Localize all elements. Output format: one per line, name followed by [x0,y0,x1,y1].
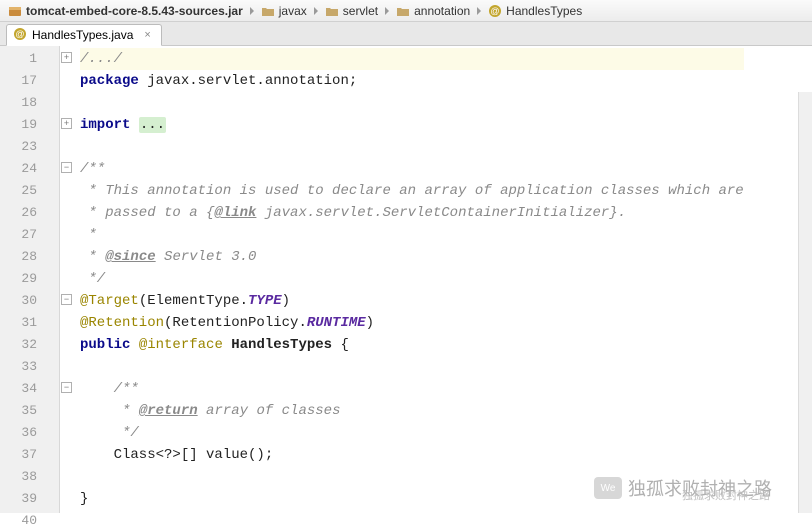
line-number: 36 [0,422,59,444]
gutter: 1171819232425262728293031323334353637383… [0,46,60,513]
line-number: 1 [0,48,59,70]
breadcrumb-item[interactable]: servlet [321,4,382,18]
close-icon[interactable]: × [144,29,150,41]
code-line[interactable]: * passed to a {@link javax.servlet.Servl… [80,202,744,224]
chevron-right-icon [311,6,321,16]
code-line[interactable]: @Retention(RetentionPolicy.RUNTIME) [80,312,744,334]
code-line[interactable]: * This annotation is used to declare an … [80,180,744,202]
editor-tab[interactable]: @ HandlesTypes.java × [6,24,162,46]
code-area[interactable]: /.../package javax.servlet.annotation; i… [60,46,744,513]
code-line[interactable]: /** [80,378,744,400]
jar-icon [8,4,22,18]
code-line[interactable] [80,510,744,532]
vertical-scrollbar[interactable] [798,92,812,513]
line-number: 28 [0,246,59,268]
line-number: 30 [0,290,59,312]
code-line[interactable] [80,356,744,378]
line-number: 40 [0,510,59,532]
code-line[interactable]: /** [80,158,744,180]
breadcrumb-item[interactable]: @ HandlesTypes [484,4,586,18]
line-number: 37 [0,444,59,466]
code-line[interactable]: } [80,488,744,510]
line-number: 23 [0,136,59,158]
line-number: 29 [0,268,59,290]
folder-icon [396,4,410,18]
line-number: 39 [0,488,59,510]
annotation-icon: @ [13,27,27,44]
breadcrumb-bar: tomcat-embed-core-8.5.43-sources.jar java… [0,0,812,22]
line-number: 17 [0,70,59,92]
line-number: 25 [0,180,59,202]
folder-icon [261,4,275,18]
line-number: 35 [0,400,59,422]
line-number: 18 [0,92,59,114]
fold-toggle[interactable]: + [61,52,72,63]
breadcrumb-item[interactable]: javax [257,4,311,18]
line-number: 24 [0,158,59,180]
breadcrumb-label: tomcat-embed-core-8.5.43-sources.jar [26,4,243,18]
line-number: 32 [0,334,59,356]
code-line[interactable] [80,466,744,488]
code-line[interactable]: public @interface HandlesTypes { [80,334,744,356]
code-line[interactable]: package javax.servlet.annotation; [80,70,744,92]
fold-toggle[interactable]: − [61,162,72,173]
code-line[interactable]: import ... [80,114,744,136]
code-line[interactable] [80,92,744,114]
fold-toggle[interactable]: − [61,294,72,305]
breadcrumb-label: servlet [343,4,378,18]
breadcrumb-item[interactable]: tomcat-embed-core-8.5.43-sources.jar [4,4,247,18]
fold-toggle[interactable]: + [61,118,72,129]
chevron-right-icon [247,6,257,16]
breadcrumb-label: HandlesTypes [506,4,582,18]
code-line[interactable]: * [80,224,744,246]
breadcrumb-label: annotation [414,4,470,18]
editor-tab-bar: @ HandlesTypes.java × [0,22,812,46]
line-number: 27 [0,224,59,246]
fold-column: + + − − − [60,46,74,513]
line-number: 38 [0,466,59,488]
breadcrumb-item[interactable]: annotation [392,4,474,18]
annotation-icon: @ [488,4,502,18]
code-line[interactable]: @Target(ElementType.TYPE) [80,290,744,312]
tab-label: HandlesTypes.java [32,28,133,42]
line-number: 26 [0,202,59,224]
line-number: 19 [0,114,59,136]
fold-toggle[interactable]: − [61,382,72,393]
code-editor[interactable]: 1171819232425262728293031323334353637383… [0,46,812,513]
code-line[interactable]: */ [80,422,744,444]
svg-text:@: @ [15,29,24,39]
code-line[interactable]: /.../ [80,48,744,70]
code-line[interactable]: */ [80,268,744,290]
folder-icon [325,4,339,18]
line-number: 34 [0,378,59,400]
code-line[interactable]: Class<?>[] value(); [80,444,744,466]
svg-text:@: @ [491,6,500,16]
line-number: 31 [0,312,59,334]
code-line[interactable] [80,136,744,158]
code-line[interactable]: * @return array of classes [80,400,744,422]
chevron-right-icon [382,6,392,16]
code-line[interactable]: * @since Servlet 3.0 [80,246,744,268]
line-number: 33 [0,356,59,378]
chevron-right-icon [474,6,484,16]
breadcrumb-label: javax [279,4,307,18]
